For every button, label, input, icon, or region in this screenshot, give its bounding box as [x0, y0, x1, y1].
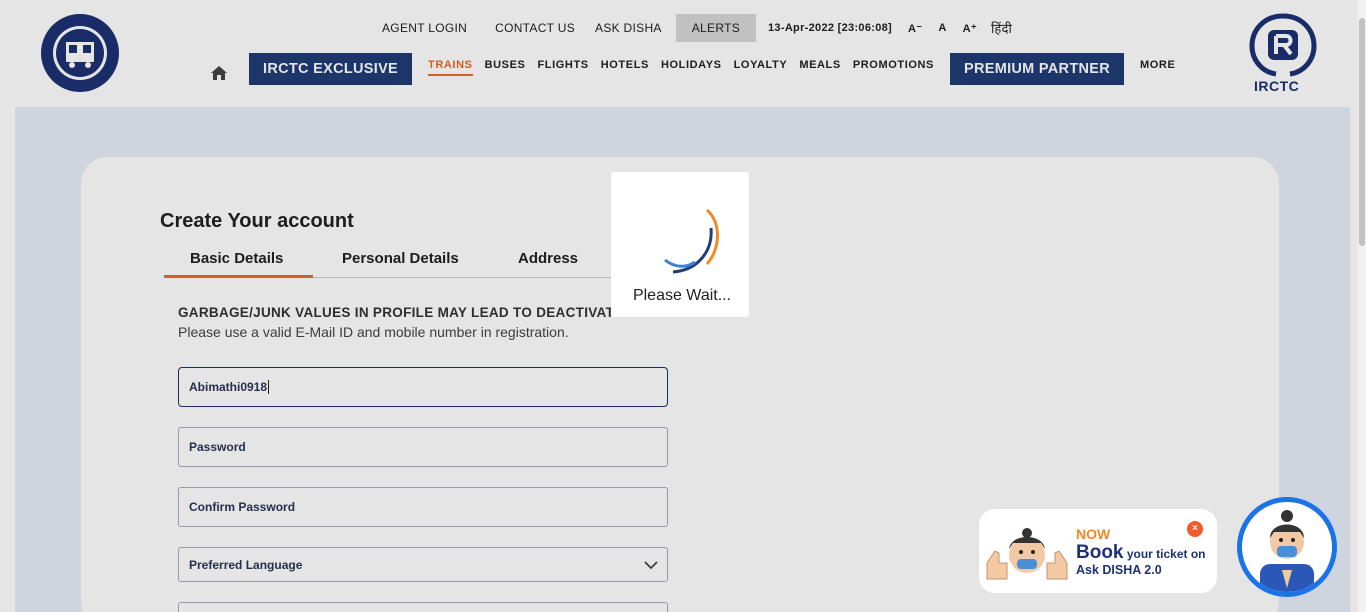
loading-spinner-icon — [664, 208, 719, 274]
disha-chatbot-avatar[interactable] — [1237, 497, 1337, 597]
disha-book-bold: Book — [1076, 542, 1124, 563]
disha-ask-text: Ask DISHA 2.0 — [1076, 563, 1162, 577]
loading-dialog: Please Wait... — [611, 172, 749, 317]
disha-now-text: NOW — [1076, 526, 1111, 542]
disha-avatar-icon — [1260, 510, 1314, 592]
page-scrollbar[interactable] — [1358, 0, 1366, 612]
disha-thumbs-up-illustration — [986, 528, 1068, 580]
disha-book-text: Book your ticket on — [1076, 542, 1206, 564]
close-icon[interactable]: × — [1187, 521, 1203, 537]
scrollbar-thumb[interactable] — [1359, 18, 1365, 246]
please-wait-text: Please Wait... — [632, 287, 732, 304]
disha-book-rest: your ticket on — [1123, 547, 1206, 561]
ask-disha-banner[interactable]: NOW Book your ticket on Ask DISHA 2.0 × — [979, 509, 1217, 593]
